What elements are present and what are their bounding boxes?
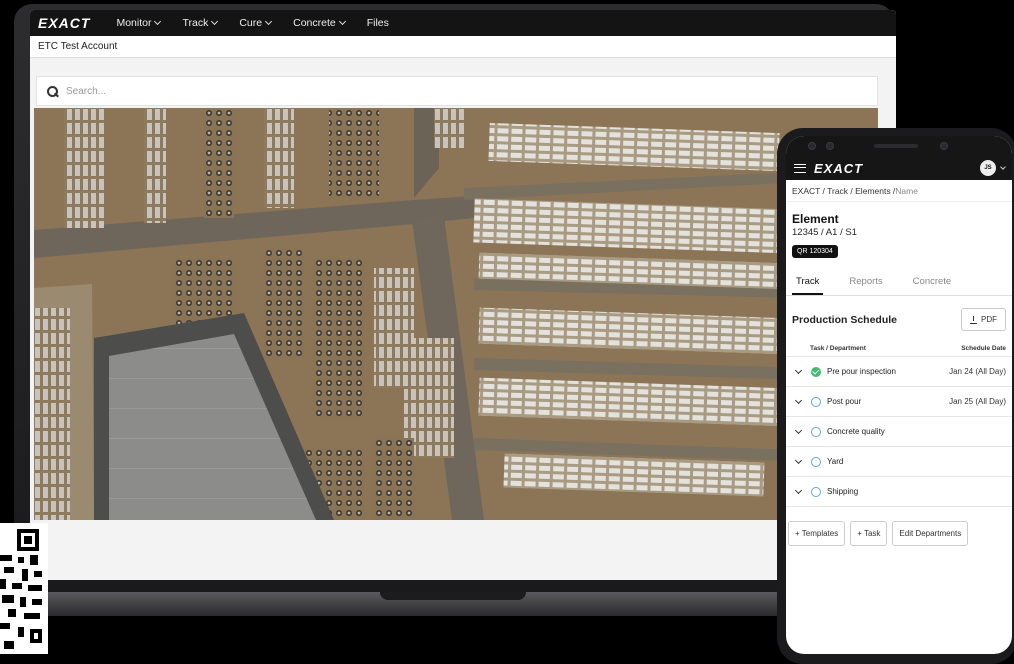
- task-name: Yard: [827, 457, 844, 466]
- task-row[interactable]: Shipping: [786, 477, 1012, 507]
- tab-reports[interactable]: Reports: [845, 270, 886, 295]
- search-input[interactable]: Search...: [66, 86, 106, 97]
- task-date: Jan 24 (All Day): [949, 367, 1006, 376]
- add-task-button[interactable]: + Task: [850, 521, 888, 546]
- top-navigation: EXACT Monitor Track Cure Concrete Files: [30, 10, 896, 36]
- tab-track[interactable]: Track: [792, 270, 824, 295]
- avatar[interactable]: JS: [980, 160, 996, 176]
- task-row[interactable]: Pre pour inspection Jan 24 (All Day): [786, 357, 1012, 387]
- phone-status-bar: [786, 136, 1012, 156]
- nav-cure-label: Cure: [239, 17, 263, 29]
- qr-code-graphic: [0, 523, 48, 654]
- chevron-down-icon[interactable]: [1000, 164, 1006, 170]
- open-circle-icon: [811, 486, 821, 497]
- schedule-header: Production Schedule PDF: [786, 296, 1012, 339]
- open-circle-icon: [811, 456, 821, 467]
- aerial-map[interactable]: [34, 108, 878, 520]
- nav-concrete[interactable]: Concrete: [293, 17, 346, 29]
- brand-logo[interactable]: EXACT: [38, 15, 90, 31]
- nav-monitor[interactable]: Monitor: [116, 17, 162, 29]
- camera-icon: [808, 142, 816, 150]
- nav-files-label: Files: [366, 17, 389, 29]
- aerial-map-image: [34, 108, 878, 520]
- open-circle-icon: [811, 396, 821, 407]
- nav-track[interactable]: Track: [182, 17, 219, 29]
- schedule-actions: + Templates + Task Edit Departments: [786, 507, 1012, 560]
- chevron-down-icon: [265, 17, 273, 26]
- chevron-down-icon[interactable]: [794, 486, 803, 494]
- breadcrumb: EXACT / Track / Elements / Name: [786, 180, 1012, 202]
- qr-badge: QR 120304: [792, 245, 838, 258]
- add-template-button[interactable]: + Templates: [788, 521, 846, 546]
- task-name: Concrete quality: [827, 427, 885, 436]
- camera-icon: [826, 142, 834, 150]
- account-bar: ETC Test Account: [30, 36, 896, 58]
- element-code: 12345 / A1 / S1: [792, 227, 857, 238]
- col-date-header: Schedule Date: [961, 345, 1006, 352]
- col-task-header: Task / Department: [810, 345, 866, 352]
- schedule-table-header: Task / Department Schedule Date: [786, 339, 1012, 357]
- task-name: Pre pour inspection: [827, 367, 896, 376]
- task-row[interactable]: Concrete quality: [786, 417, 1012, 447]
- breadcrumb-current: Name: [895, 185, 918, 196]
- element-tabs: Track Reports Concrete: [786, 270, 1012, 296]
- menu-icon[interactable]: [794, 163, 806, 173]
- breadcrumb-path[interactable]: EXACT / Track / Elements /: [792, 186, 895, 196]
- laptop-notch: [380, 592, 526, 600]
- pdf-button[interactable]: PDF: [961, 308, 1006, 331]
- edit-departments-button[interactable]: Edit Departments: [892, 521, 969, 546]
- chevron-down-icon: [211, 17, 219, 26]
- nav-files[interactable]: Files: [367, 17, 389, 29]
- pdf-button-label: PDF: [981, 315, 997, 324]
- speaker-icon: [874, 144, 918, 148]
- app-brand-logo[interactable]: EXACT: [814, 161, 863, 176]
- chevron-down-icon[interactable]: [794, 456, 803, 464]
- phone-screen: EXACT JS EXACT / Track / Elements / Name…: [786, 136, 1012, 654]
- task-row[interactable]: Post pour Jan 25 (All Day): [786, 387, 1012, 417]
- chevron-down-icon[interactable]: [794, 396, 803, 404]
- nav-monitor-label: Monitor: [116, 17, 152, 29]
- tab-concrete[interactable]: Concrete: [909, 270, 956, 295]
- task-name: Post pour: [827, 397, 862, 406]
- chevron-down-icon[interactable]: [794, 426, 803, 434]
- chevron-down-icon[interactable]: [794, 366, 803, 374]
- nav-cure[interactable]: Cure: [239, 17, 273, 29]
- camera-icon: [940, 142, 948, 150]
- chevron-down-icon: [338, 17, 346, 26]
- chevron-down-icon: [154, 17, 162, 26]
- search-bar[interactable]: Search...: [36, 76, 878, 106]
- check-circle-icon: [811, 366, 821, 377]
- element-title: Element: [792, 212, 839, 226]
- search-icon: [47, 85, 58, 97]
- task-date: Jan 25 (All Day): [949, 397, 1006, 406]
- open-circle-icon: [811, 426, 821, 437]
- phone: EXACT JS EXACT / Track / Elements / Name…: [777, 128, 1014, 664]
- laptop-screen: EXACT Monitor Track Cure Concrete Files …: [30, 10, 896, 580]
- schedule-title: Production Schedule: [792, 313, 898, 326]
- task-row[interactable]: Yard: [786, 447, 1012, 477]
- nav-track-label: Track: [182, 17, 209, 29]
- task-name: Shipping: [827, 487, 859, 496]
- qr-code: [0, 523, 48, 654]
- account-name: ETC Test Account: [38, 41, 118, 52]
- app-header: EXACT JS: [786, 156, 1012, 180]
- nav-concrete-label: Concrete: [293, 17, 336, 29]
- download-icon: [970, 315, 977, 324]
